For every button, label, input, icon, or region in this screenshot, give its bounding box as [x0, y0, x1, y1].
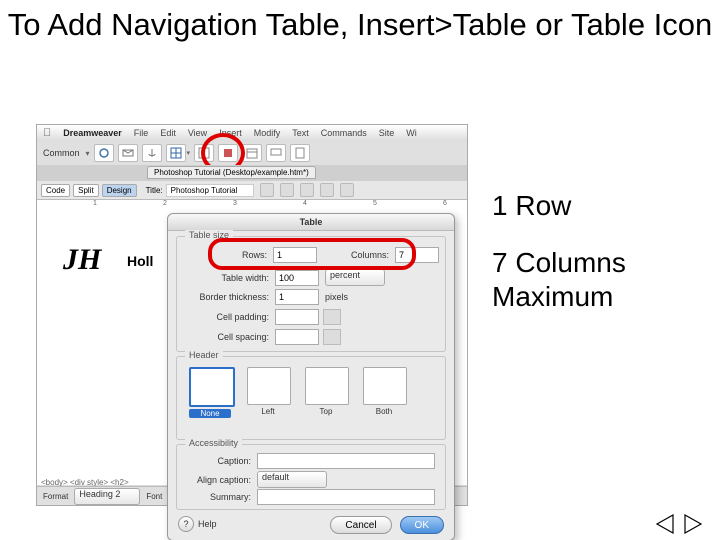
menu-file[interactable]: File [134, 128, 149, 138]
document-tab-bar: Photoshop Tutorial (Desktop/example.htm*… [37, 165, 467, 181]
ruler-tick: 1 [93, 200, 97, 207]
dialog-title: Table [168, 214, 454, 231]
validate-icon[interactable] [260, 183, 274, 197]
summary-label: Summary: [177, 492, 251, 502]
header-top[interactable]: Top [305, 367, 347, 418]
border-unit: pixels [325, 292, 348, 302]
columns-input[interactable] [395, 247, 439, 263]
align-caption-label: Align caption: [177, 475, 251, 485]
summary-input[interactable] [257, 489, 435, 505]
ruler-tick: 6 [443, 200, 447, 207]
view-design[interactable]: Design [102, 184, 137, 197]
anchor-icon[interactable] [142, 144, 162, 162]
view-toolbar: Code Split Design Title: Photoshop Tutor… [37, 181, 467, 199]
logo-text: Holl [127, 253, 153, 269]
screenshot-container:  Dreamweaver File Edit View Insert Modi… [36, 124, 468, 506]
help-icon: ? [178, 516, 194, 532]
image-icon[interactable] [194, 144, 214, 162]
cellspace-input[interactable] [275, 329, 319, 345]
next-slide-button[interactable] [684, 514, 702, 534]
caption-label: Caption: [177, 456, 251, 466]
columns-label: Columns: [339, 250, 389, 260]
menu-edit[interactable]: Edit [160, 128, 176, 138]
slide-title: To Add Navigation Table, Insert>Table or… [0, 4, 720, 46]
group-label-acc: Accessibility [185, 438, 242, 448]
page-title-label: Title: [146, 186, 163, 195]
app-name[interactable]: Dreamweaver [63, 128, 122, 138]
file-mgmt-icon[interactable] [280, 183, 294, 197]
menu-modify[interactable]: Modify [254, 128, 281, 138]
group-header: Header None Left Top Both [176, 356, 446, 440]
email-link-icon[interactable] [118, 144, 138, 162]
border-label: Border thickness: [177, 292, 269, 302]
cellspace-label: Cell spacing: [177, 332, 269, 342]
logo-script: JH [63, 243, 101, 277]
menu-insert[interactable]: Insert [219, 128, 242, 138]
help-button[interactable]: ? Help [178, 516, 217, 532]
width-unit-select[interactable]: percent [325, 269, 385, 286]
rows-input[interactable] [273, 247, 317, 263]
slide-nav [656, 514, 702, 534]
annotation-rows: 1 Row [492, 190, 571, 222]
cellpad-input[interactable] [275, 309, 319, 325]
header-none-label: None [189, 409, 231, 418]
preview-icon[interactable] [300, 183, 314, 197]
menu-view[interactable]: View [188, 128, 207, 138]
group-label-header: Header [185, 350, 223, 360]
cellpad-label: Cell padding: [177, 312, 269, 322]
cellpad-icon [323, 309, 341, 325]
header-left[interactable]: Left [247, 367, 289, 418]
width-input[interactable] [275, 270, 319, 286]
caption-input[interactable] [257, 453, 435, 469]
view-options-icon[interactable] [340, 183, 354, 197]
apple-icon[interactable]:  [43, 127, 51, 139]
view-code[interactable]: Code [41, 184, 70, 197]
format-select[interactable]: Heading 2 [74, 488, 140, 505]
header-none[interactable]: None [189, 367, 231, 418]
ruler-tick: 2 [163, 200, 167, 207]
table-dropdown-icon[interactable]: ▾ [187, 149, 191, 157]
header-top-label: Top [305, 407, 347, 416]
insert-toolbar: Common ▾ ▾ [37, 141, 467, 165]
border-input[interactable] [275, 289, 319, 305]
insert-category[interactable]: Common [43, 148, 80, 158]
rows-label: Rows: [233, 250, 267, 260]
view-split[interactable]: Split [73, 184, 99, 197]
group-label-size: Table size [185, 230, 233, 240]
page-title-field[interactable]: Photoshop Tutorial [166, 184, 254, 197]
annotation-columns: 7 Columns Maximum [492, 246, 720, 314]
ruler-tick: 5 [373, 200, 377, 207]
refresh-icon[interactable] [320, 183, 334, 197]
ruler-tick: 4 [303, 200, 307, 207]
table-icon[interactable] [166, 144, 186, 162]
font-label: Font [146, 492, 162, 501]
table-dialog: Table Table size Rows: Columns: Table wi… [167, 213, 455, 540]
menu-commands[interactable]: Commands [321, 128, 367, 138]
ok-button[interactable]: OK [400, 516, 444, 534]
template-icon[interactable] [290, 144, 310, 162]
width-label: Table width: [177, 273, 269, 283]
header-both-label: Both [363, 407, 405, 416]
hyperlink-icon[interactable] [94, 144, 114, 162]
category-dropdown-icon[interactable]: ▾ [86, 149, 90, 158]
group-table-size: Table size Rows: Columns: Table width: p… [176, 236, 446, 352]
menu-text[interactable]: Text [292, 128, 309, 138]
media-icon[interactable] [218, 144, 238, 162]
format-label: Format [43, 492, 68, 501]
menu-window-trunc[interactable]: Wi [406, 128, 417, 138]
header-both[interactable]: Both [363, 367, 405, 418]
ruler-tick: 3 [233, 200, 237, 207]
menu-site[interactable]: Site [379, 128, 395, 138]
cancel-button[interactable]: Cancel [330, 516, 391, 534]
header-left-label: Left [247, 407, 289, 416]
comment-icon[interactable] [266, 144, 286, 162]
align-caption-select[interactable]: default [257, 471, 327, 488]
group-accessibility: Accessibility Caption: Align caption: de… [176, 444, 446, 510]
help-label: Help [198, 519, 217, 529]
prev-slide-button[interactable] [656, 514, 674, 534]
cellspace-icon [323, 329, 341, 345]
os-menubar:  Dreamweaver File Edit View Insert Modi… [37, 125, 467, 141]
document-tab[interactable]: Photoshop Tutorial (Desktop/example.htm*… [147, 166, 316, 179]
date-icon[interactable] [242, 144, 262, 162]
